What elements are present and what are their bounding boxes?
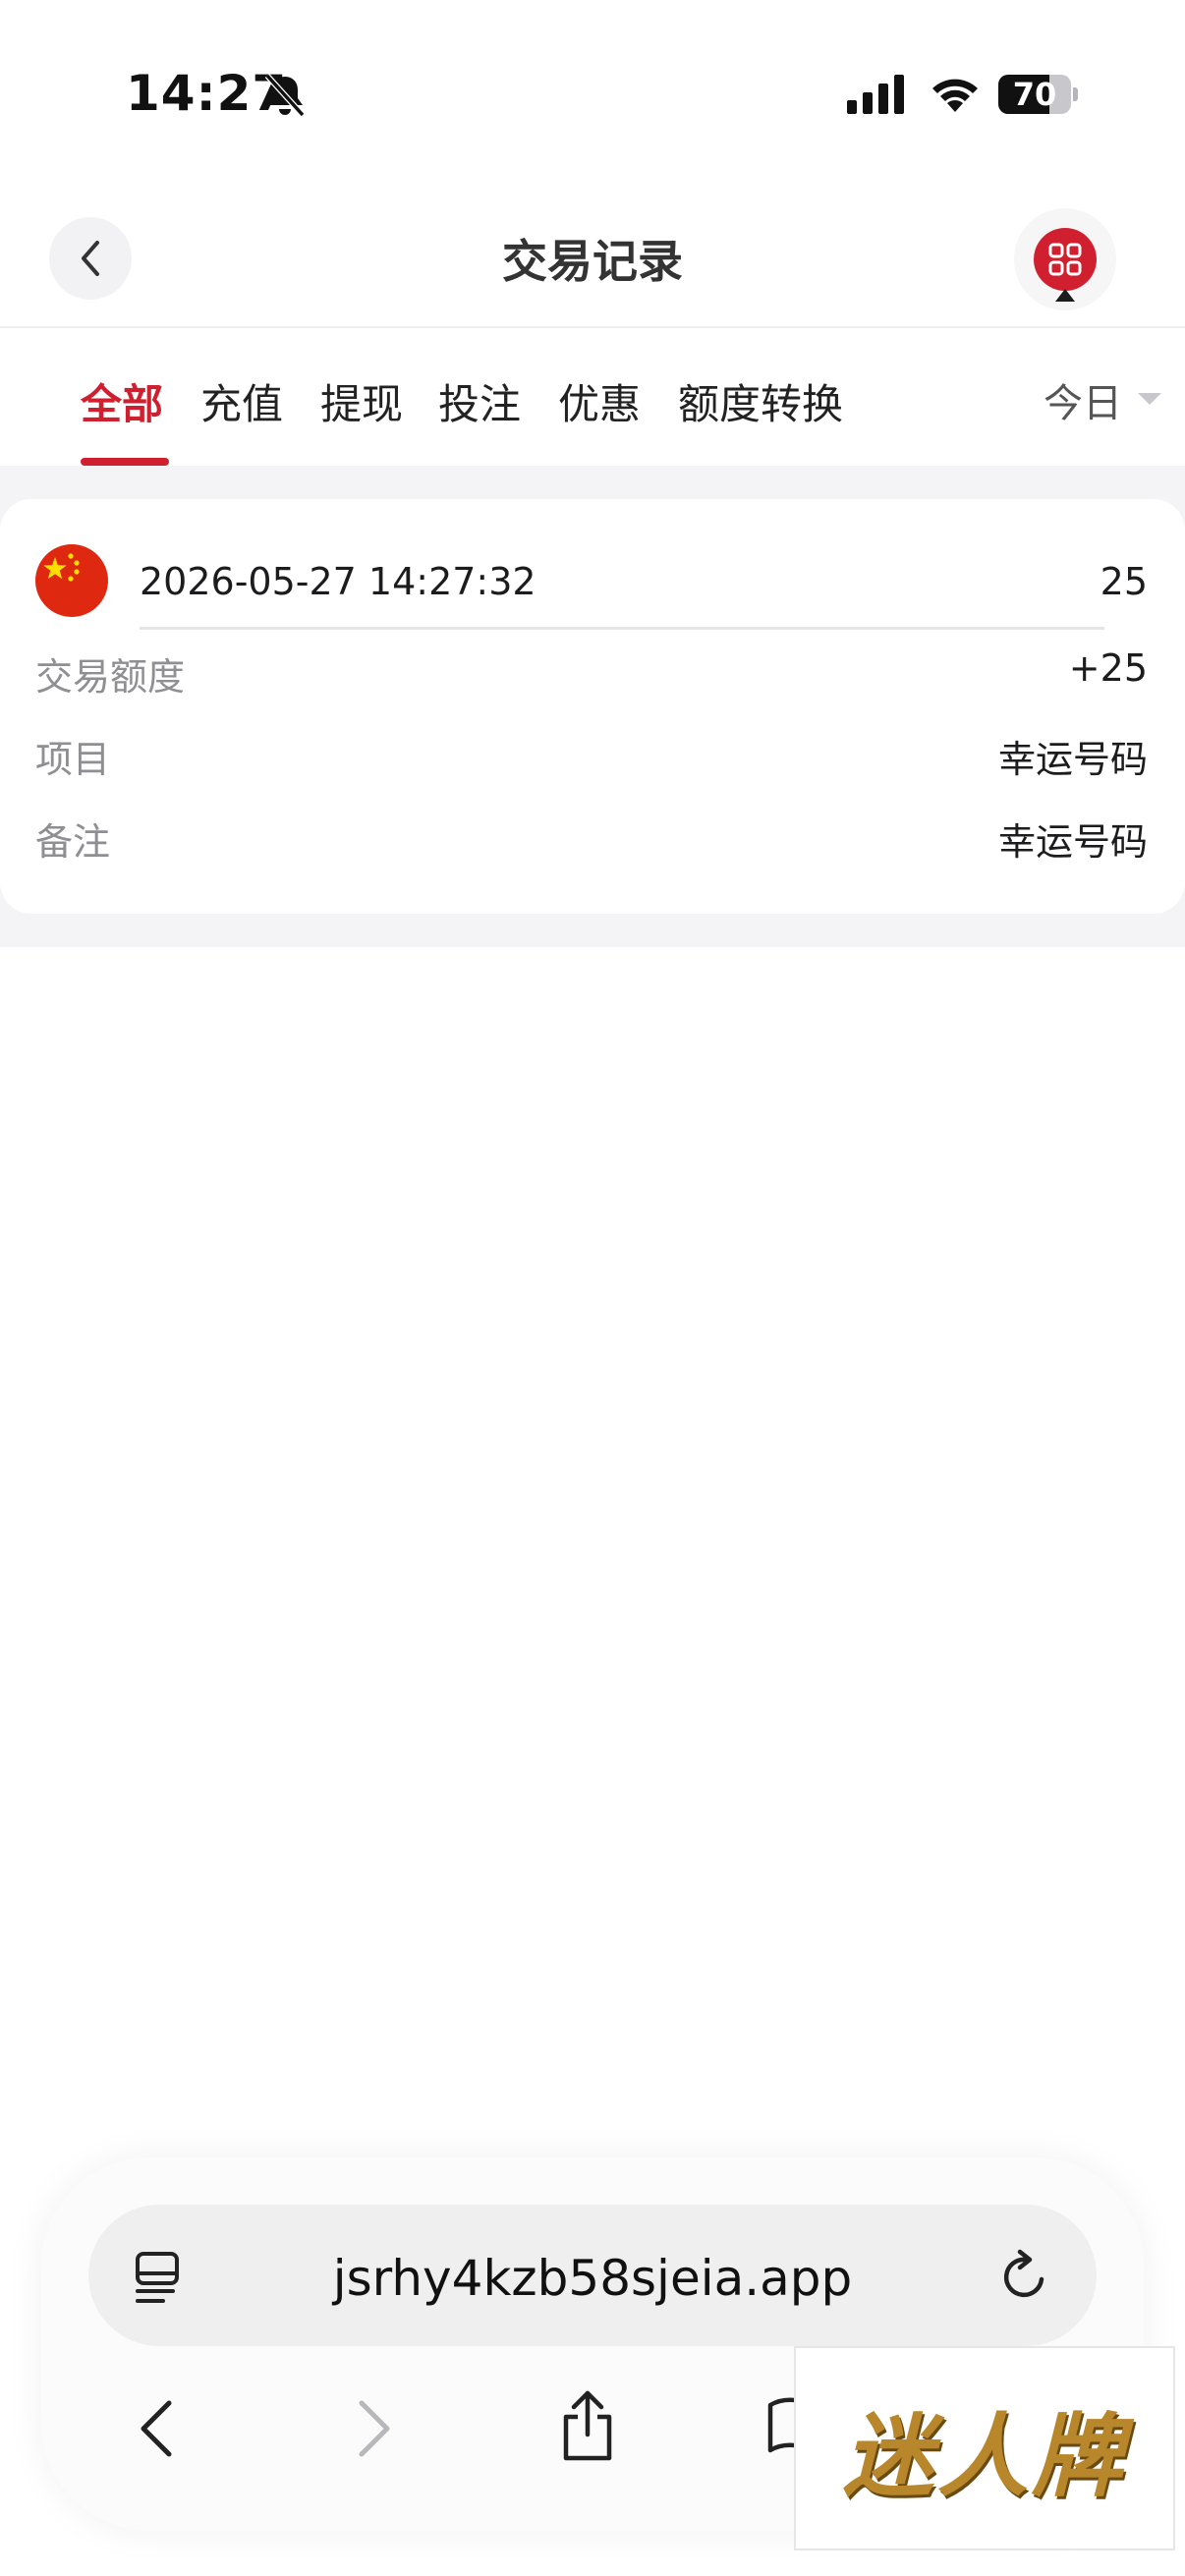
tab-bet[interactable]: 投注 bbox=[438, 371, 521, 431]
status-bar: 14:27 70 bbox=[0, 0, 1185, 187]
signal-icon bbox=[847, 75, 904, 114]
battery-percent: 70 bbox=[1012, 76, 1057, 113]
share-icon[interactable] bbox=[556, 2385, 619, 2464]
tab-deposit[interactable]: 充值 bbox=[200, 371, 283, 431]
browser-back-icon[interactable] bbox=[134, 2397, 177, 2460]
reload-icon[interactable] bbox=[998, 2246, 1053, 2305]
watermark-text: 迷人牌 bbox=[842, 2402, 1126, 2509]
date-filter-dropdown[interactable]: 今日 bbox=[1044, 371, 1122, 428]
battery-icon: 70 bbox=[998, 75, 1078, 114]
page-header: 交易记录 bbox=[0, 196, 1185, 324]
filter-tabs: 全部 充值 提现 投注 优惠 额度转换 今日 bbox=[0, 328, 1185, 466]
tab-all[interactable]: 全部 bbox=[81, 371, 163, 431]
amount-value: +25 bbox=[1068, 646, 1148, 690]
watermark-logo: 迷人牌 bbox=[794, 2346, 1175, 2550]
browser-forward-icon[interactable] bbox=[354, 2397, 397, 2460]
record-divider bbox=[140, 627, 1104, 630]
note-value: 幸运号码 bbox=[997, 820, 1148, 864]
record-amount: 25 bbox=[1100, 560, 1148, 603]
tab-promo[interactable]: 优惠 bbox=[558, 371, 641, 431]
note-label: 备注 bbox=[35, 820, 111, 864]
amount-label: 交易额度 bbox=[35, 655, 186, 699]
tab-withdraw[interactable]: 提现 bbox=[320, 371, 403, 431]
project-value: 幸运号码 bbox=[997, 738, 1148, 781]
record-timestamp: 2026-05-27 14:27:32 bbox=[140, 560, 536, 603]
china-flag-icon bbox=[35, 544, 108, 617]
menu-pointer-icon bbox=[1055, 289, 1075, 302]
transaction-record: 2026-05-27 14:27:32 25 交易额度 +25 项目 幸运号码 … bbox=[0, 499, 1185, 914]
caret-down-icon bbox=[1138, 393, 1161, 405]
bell-off-icon bbox=[264, 73, 306, 118]
tab-transfer[interactable]: 额度转换 bbox=[678, 371, 843, 431]
wifi-icon bbox=[932, 79, 978, 112]
active-tab-indicator bbox=[81, 458, 169, 466]
page-title: 交易记录 bbox=[502, 235, 683, 288]
grid-menu-icon bbox=[1048, 243, 1082, 276]
project-label: 项目 bbox=[35, 738, 111, 781]
